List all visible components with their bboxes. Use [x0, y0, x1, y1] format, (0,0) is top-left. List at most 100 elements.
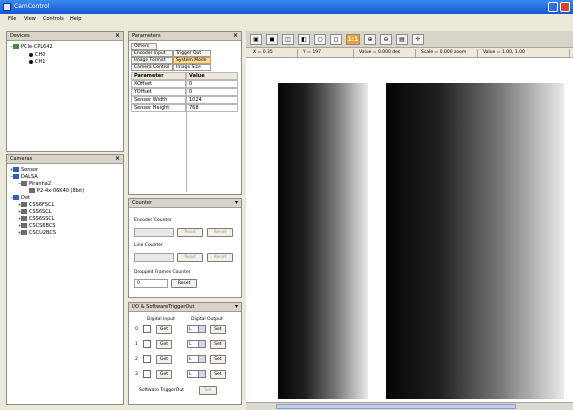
minimize-button[interactable] — [548, 2, 558, 12]
gradient-stripe — [386, 83, 564, 399]
tree-item[interactable]: + CSCS6BCS — [18, 223, 56, 229]
chevron-down-icon — [198, 371, 205, 377]
output-set-button[interactable]: Set — [210, 370, 226, 379]
close-icon[interactable]: × — [115, 32, 120, 39]
param-value[interactable]: 768 — [186, 104, 238, 112]
collapse-panel-icon[interactable]: ▾ — [235, 303, 238, 310]
output-set-button[interactable]: Set — [210, 340, 226, 349]
input-state-box — [143, 340, 151, 348]
output-level-select[interactable]: L — [187, 355, 206, 363]
param-name: Sensor Width — [131, 96, 186, 104]
output-set-button[interactable]: Set — [210, 325, 226, 334]
menu-controls[interactable]: Controls — [43, 16, 64, 22]
status-scale: Scale = 0.000 zoom — [418, 49, 478, 57]
collapse-panel-icon[interactable]: ▾ — [235, 199, 238, 206]
tab-others[interactable]: Others — [131, 43, 157, 50]
io-panel: I/O & SoftwareTriggerOut ▾ Digital Input… — [128, 302, 242, 405]
freeze-icon[interactable]: ◧ — [298, 34, 310, 45]
line-reset-button[interactable]: Reset — [207, 253, 233, 262]
tab-image-size[interactable]: Image Size — [173, 64, 211, 71]
input-get-button[interactable]: Get — [156, 370, 172, 379]
scrollbar-thumb[interactable] — [276, 404, 516, 409]
input-state-box — [143, 370, 151, 378]
folder-icon — [21, 202, 27, 207]
snapshot-icon[interactable]: ◼ — [266, 34, 278, 45]
param-value[interactable]: 1024 — [186, 96, 238, 104]
output-level-select[interactable]: L — [187, 370, 206, 378]
parameters-panel: Parameters × Others Encoder Input Trigge… — [128, 31, 242, 195]
software-trigger-set-button[interactable]: Set — [199, 386, 217, 395]
image-view[interactable] — [246, 58, 573, 405]
parameters-panel-title: Parameters — [132, 33, 161, 39]
param-value[interactable]: 0 — [186, 80, 238, 88]
cameras-panel: Cameras × + Sensor − DALSA − Piranha2 P2-4x… — [6, 154, 124, 405]
camera-icon — [13, 167, 19, 172]
tree-item[interactable]: − DALSA — [10, 174, 38, 180]
zoom-out-icon[interactable]: ⊖ — [380, 34, 392, 45]
image-toolbar: ▣ ◼ ◫ ◧ ○ ◻ 1:1 ⊕ ⊖ ▤ ✛ — [246, 31, 573, 48]
zoom-one-to-one-button[interactable]: 1:1 — [346, 34, 360, 45]
folder-icon — [21, 181, 27, 186]
input-get-button[interactable]: Get — [156, 340, 172, 349]
grab-continuous-icon[interactable]: ◫ — [282, 34, 294, 45]
line-counter-label: Line Counter — [134, 243, 163, 248]
tab-trigger-out[interactable]: Trigger Out — [173, 50, 211, 57]
column-header-value: Value — [186, 72, 238, 80]
io-row-label: 1 — [135, 342, 138, 347]
grid-divider — [186, 112, 187, 192]
status-x: X = 0.35 — [250, 49, 298, 57]
close-icon[interactable]: × — [115, 155, 120, 162]
counter-panel: Counter ▾ Encoder Counter Read Reset Lin… — [128, 198, 242, 298]
settings-icon[interactable]: ○ — [314, 34, 326, 45]
input-state-box — [143, 355, 151, 363]
tree-item[interactable]: CH1 — [29, 59, 45, 65]
camera-icon — [13, 195, 19, 200]
tree-item[interactable]: CH0 — [29, 52, 45, 58]
horizontal-scrollbar[interactable] — [246, 402, 573, 410]
save-image-icon[interactable]: ▣ — [250, 34, 262, 45]
output-level-select[interactable]: L — [187, 325, 206, 333]
parameters-panel-header: Parameters × — [129, 32, 241, 41]
tree-item[interactable]: + CSCU2BCS — [18, 230, 56, 236]
close-button[interactable] — [560, 2, 570, 12]
input-get-button[interactable]: Get — [156, 325, 172, 334]
tree-item[interactable]: − Piranha2 — [18, 181, 51, 187]
histogram-icon[interactable]: ▤ — [396, 34, 408, 45]
devices-panel-header: Devices × — [7, 32, 123, 41]
line-read-button[interactable]: Read — [177, 253, 203, 262]
tab-encoder-input[interactable]: Encoder Input — [131, 50, 173, 57]
input-get-button[interactable]: Get — [156, 355, 172, 364]
menu-file[interactable]: File — [8, 16, 16, 22]
channel-icon — [29, 52, 33, 57]
encoder-reset-button[interactable]: Reset — [207, 228, 233, 237]
zoom-in-icon[interactable]: ⊕ — [364, 34, 376, 45]
tab-image-format[interactable]: Image Format — [131, 57, 173, 64]
title-bar: CamControl — [0, 0, 573, 14]
tree-item[interactable]: − PCIe-CPL642 — [10, 44, 53, 50]
encoder-read-button[interactable]: Read — [177, 228, 203, 237]
devices-panel-title: Devices — [10, 33, 30, 39]
tree-item[interactable]: + CSS6FSCL — [18, 202, 54, 208]
tree-item[interactable]: − Dot — [10, 195, 30, 201]
menu-view[interactable]: View — [24, 16, 36, 22]
tab-system-mode[interactable]: System Mode — [173, 57, 211, 64]
menu-help[interactable]: Help — [70, 16, 81, 22]
param-name: YOffset — [131, 88, 186, 96]
dropped-reset-button[interactable]: Reset — [171, 279, 197, 288]
app-icon — [3, 3, 11, 11]
output-set-button[interactable]: Set — [210, 355, 226, 364]
tab-camera-control[interactable]: Camera Control — [131, 64, 173, 71]
io-panel-title: I/O & SoftwareTriggerOut — [132, 304, 195, 310]
tree-item[interactable]: + CSS6SSCL — [18, 216, 55, 222]
close-icon[interactable]: × — [233, 32, 238, 39]
column-header-parameter: Parameter — [131, 72, 186, 80]
output-level-select[interactable]: L — [187, 340, 206, 348]
tree-item[interactable]: P2-4x-06K40 (8bit) — [29, 188, 84, 194]
fit-window-icon[interactable]: ◻ — [330, 34, 342, 45]
crosshair-icon[interactable]: ✛ — [412, 34, 424, 45]
gradient-stripe — [278, 83, 368, 399]
tree-item[interactable]: + Sensor — [10, 167, 38, 173]
param-value[interactable]: 0 — [186, 88, 238, 96]
tree-item[interactable]: + CSS6SCL — [18, 209, 51, 215]
input-state-box — [143, 325, 151, 333]
